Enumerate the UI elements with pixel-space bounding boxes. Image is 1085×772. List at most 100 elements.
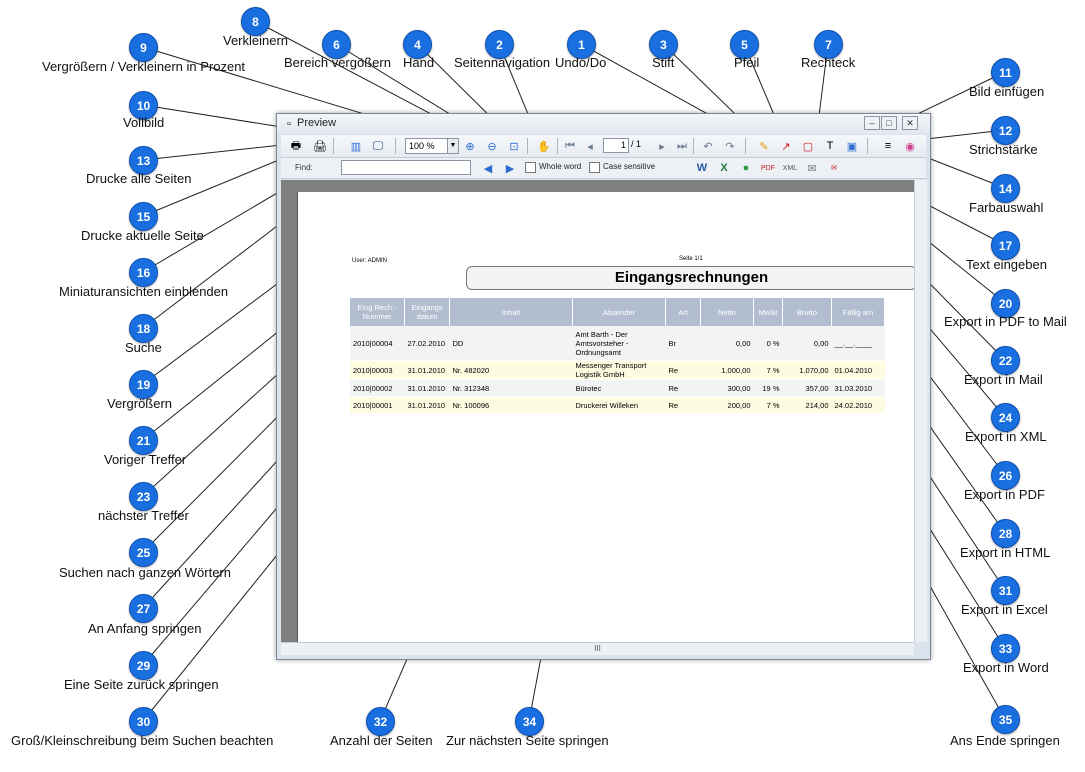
excel-export-icon[interactable]: X (715, 159, 733, 177)
print-all-icon[interactable]: 🖶 (287, 137, 305, 155)
callout-badge-33: 33 (991, 634, 1020, 663)
callout-badge-16: 16 (129, 258, 158, 287)
cell-net: 1.000,00 (700, 360, 754, 380)
hand-icon[interactable]: ✋ (535, 137, 553, 155)
cell-vat: 7 % (753, 360, 783, 380)
callout-badge-32: 32 (366, 707, 395, 736)
callout-badge-26: 26 (991, 461, 1020, 490)
window-title: Preview (297, 117, 337, 129)
zoom-area-icon[interactable]: ⊡ (505, 137, 523, 155)
report-page: User: ADMIN Seite 1/1 Eingangsrechnungen… (297, 192, 917, 642)
vertical-scrollbar[interactable] (914, 180, 927, 642)
undo-icon[interactable]: ↶ (699, 137, 717, 155)
mail-export-icon[interactable]: ✉ (803, 159, 821, 177)
maximize-button[interactable]: □ (881, 116, 897, 130)
whole-word-label: Whole word (539, 162, 582, 171)
minimize-button[interactable]: – (864, 116, 880, 130)
whole-word-checkbox[interactable] (525, 162, 536, 173)
callout-badge-15: 15 (129, 202, 158, 231)
print-current-icon[interactable]: 🖨 (311, 137, 329, 155)
pdf-export-icon[interactable]: PDF (759, 159, 777, 177)
cell-vat: 19 % (753, 379, 783, 397)
cell-type: Br (665, 326, 701, 361)
callout-label-34: Zur nächsten Seite springen (446, 733, 609, 748)
callout-badge-29: 29 (129, 651, 158, 680)
callout-badge-18: 18 (129, 314, 158, 343)
report-user: User: ADMIN (352, 258, 388, 264)
callout-label-28: Export in HTML (960, 545, 1051, 560)
cell-due: 31.03.2010 (831, 379, 885, 397)
cell-due: 24.02.2010 (831, 396, 885, 414)
rectangle-icon[interactable]: ▢ (799, 137, 817, 155)
main-toolbar: 🖶 🖨 ▥ 🖵 100 % ▼ ⊕ ⊖ ⊡ ✋ ⏮ ◂ 1 / 1 ▸ ⏭ ↶ … (281, 135, 926, 158)
callout-label-14: Farbauswahl (969, 200, 1044, 215)
callout-badge-8: 8 (241, 7, 270, 36)
cell-vat: 0 % (753, 326, 783, 361)
previous-match-icon[interactable]: ◀ (479, 159, 497, 177)
case-sensitive-label: Case sensitive (603, 162, 656, 171)
cell-sender: Druckerei Willeken (572, 396, 666, 414)
cell-gross: 214,00 (782, 396, 832, 414)
pdf-mail-export-icon[interactable]: ✉ (825, 159, 843, 177)
xml-export-icon[interactable]: XML (781, 159, 799, 177)
column-header: Eing.Rech.-Nummer (350, 298, 405, 326)
redo-icon[interactable]: ↷ (721, 137, 739, 155)
callout-label-23: nächster Treffer (98, 508, 189, 523)
insert-image-icon[interactable]: ▣ (843, 137, 861, 155)
column-header: Art (665, 298, 701, 326)
cell-type: Re (665, 396, 701, 414)
cell-vat: 7 % (753, 396, 783, 414)
callout-label-19: Vergrößern (107, 396, 173, 411)
last-page-icon[interactable]: ⏭ (673, 137, 691, 155)
thumbnails-icon[interactable]: ▥ (347, 137, 365, 155)
callout-label-20: Export in PDF to Mail (944, 314, 1067, 329)
callout-label-3: Stift (652, 55, 675, 70)
cell-gross: 1.070,00 (782, 360, 832, 380)
invoice-table: Eing.Rech.-Nummer Eingangs datum Inhalt … (350, 298, 885, 414)
callout-label-33: Export in Word (963, 660, 1049, 675)
find-input[interactable] (341, 160, 471, 175)
color-picker-icon[interactable]: ◉ (901, 137, 919, 155)
table-row: 2010|00003 31.01.2010 Nr. 482020 Messeng… (350, 360, 885, 380)
text-icon[interactable]: T (821, 137, 839, 155)
callout-label-18: Suche (125, 340, 162, 355)
zoom-out-icon[interactable]: ⊖ (483, 137, 501, 155)
callout-label-16: Miniaturansichten einblenden (59, 284, 229, 299)
callout-badge-12: 12 (991, 116, 1020, 145)
zoom-in-icon[interactable]: ⊕ (461, 137, 479, 155)
cell-type: Re (665, 379, 701, 397)
zoom-percent-field[interactable]: 100 % (405, 138, 450, 154)
pen-icon[interactable]: ✎ (755, 137, 773, 155)
next-page-icon[interactable]: ▸ (653, 137, 671, 155)
arrow-icon[interactable]: ↗ (777, 137, 795, 155)
cell-content: Nr. 100096 (449, 396, 573, 414)
callout-badge-22: 22 (991, 346, 1020, 375)
word-export-icon[interactable]: W (693, 159, 711, 177)
callout-label-30: Groß/Kleinschreibung beim Suchen beachte… (11, 733, 274, 748)
cell-gross: 0,00 (782, 326, 832, 361)
column-header: MwSt (753, 298, 783, 326)
close-button[interactable]: ✕ (902, 116, 918, 130)
case-sensitive-checkbox[interactable] (589, 162, 600, 173)
zoom-dropdown-icon[interactable]: ▼ (447, 138, 459, 154)
title-bar: ▫ Preview – □ ✕ (277, 114, 930, 134)
page-number-input[interactable]: 1 (603, 138, 629, 153)
preview-window: ▫ Preview – □ ✕ 🖶 🖨 ▥ 🖵 100 % ▼ ⊕ ⊖ ⊡ ✋ … (276, 113, 931, 660)
callout-badge-34: 34 (515, 707, 544, 736)
callout-label-25: Suchen nach ganzen Wörtern (59, 565, 231, 580)
preview-viewport[interactable]: User: ADMIN Seite 1/1 Eingangsrechnungen… (281, 180, 917, 642)
callout-label-8: Verkleinern (223, 33, 289, 48)
first-page-icon[interactable]: ⏮ (561, 137, 579, 155)
horizontal-scrollbar[interactable]: III (281, 642, 914, 655)
fullscreen-icon[interactable]: 🖵 (369, 137, 387, 155)
cell-date: 31.01.2010 (404, 379, 450, 397)
cell-content: Nr. 312348 (449, 379, 573, 397)
callout-badge-24: 24 (991, 403, 1020, 432)
line-width-icon[interactable]: ≡ (879, 137, 897, 155)
next-match-icon[interactable]: ▶ (501, 159, 519, 177)
cell-date: 27.02.2010 (404, 326, 450, 361)
previous-page-icon[interactable]: ◂ (581, 137, 599, 155)
callout-label-27: An Anfang springen (88, 621, 202, 636)
callout-label-21: Voriger Treffer (104, 452, 187, 467)
html-export-icon[interactable]: ● (737, 159, 755, 177)
